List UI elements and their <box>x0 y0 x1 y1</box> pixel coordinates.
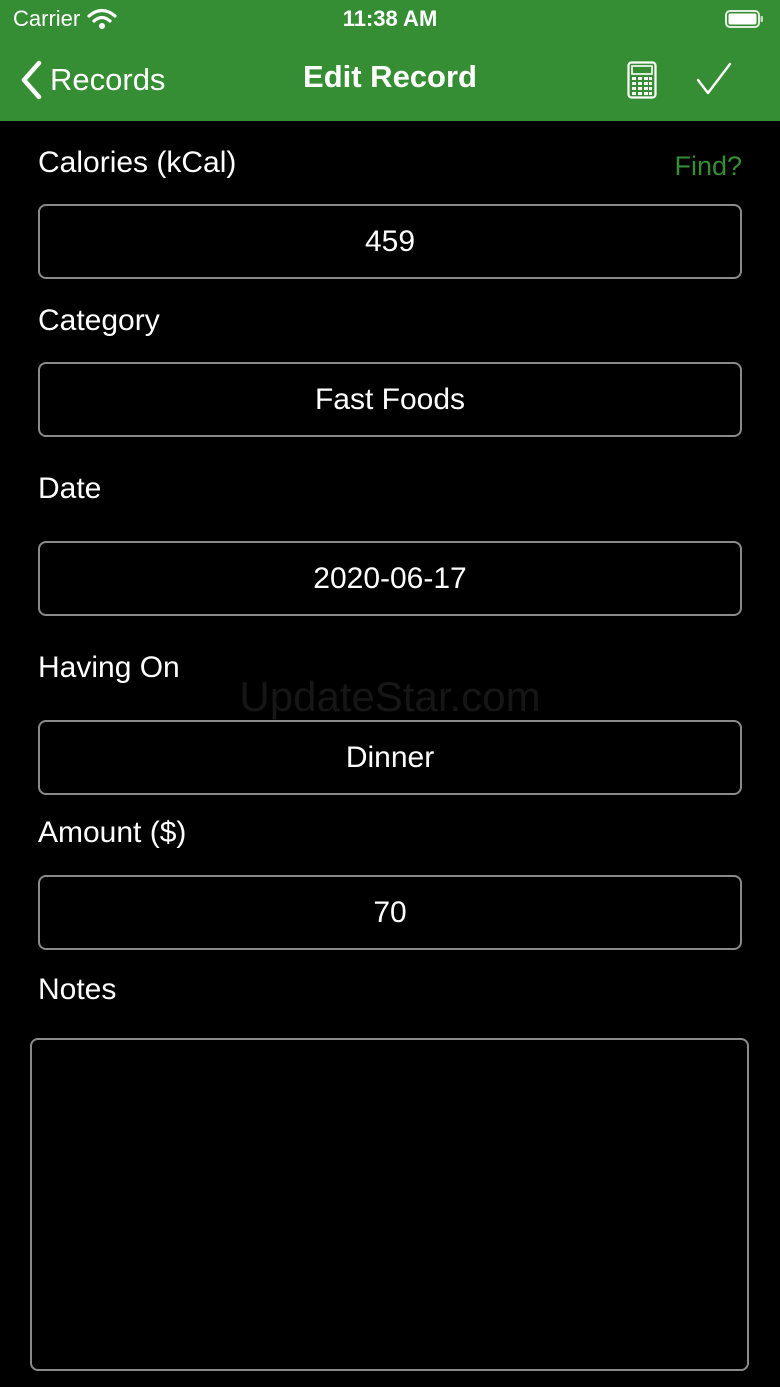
calculator-icon[interactable] <box>627 61 657 99</box>
calories-field[interactable] <box>38 204 742 279</box>
page-title: Edit Record <box>303 59 477 94</box>
notes-field[interactable] <box>30 1038 749 1371</box>
status-time: 11:38 AM <box>342 6 438 31</box>
category-input[interactable] <box>40 364 740 435</box>
edit-record-screen: Carrier 11:38 AM Records Edit Record Cal… <box>0 0 780 1387</box>
find-calories-link[interactable]: Find? <box>640 148 742 184</box>
date-label: Date <box>38 472 102 505</box>
calories-label: Calories (kCal) <box>38 146 237 179</box>
having-on-input[interactable] <box>40 722 740 793</box>
amount-input[interactable] <box>40 877 740 948</box>
checkmark-icon[interactable] <box>696 62 732 96</box>
battery-icon <box>725 10 763 28</box>
date-field[interactable] <box>38 541 742 616</box>
category-field[interactable] <box>38 362 742 437</box>
calories-input[interactable] <box>40 206 740 277</box>
notes-textarea[interactable] <box>32 1040 747 1369</box>
category-label: Category <box>38 304 160 337</box>
navigation-header: Carrier 11:38 AM Records Edit Record <box>0 0 780 121</box>
date-input[interactable] <box>40 543 740 614</box>
having-on-label: Having On <box>38 651 180 684</box>
amount-field[interactable] <box>38 875 742 950</box>
notes-label: Notes <box>38 973 117 1006</box>
amount-label: Amount ($) <box>38 816 187 849</box>
having-on-field[interactable] <box>38 720 742 795</box>
